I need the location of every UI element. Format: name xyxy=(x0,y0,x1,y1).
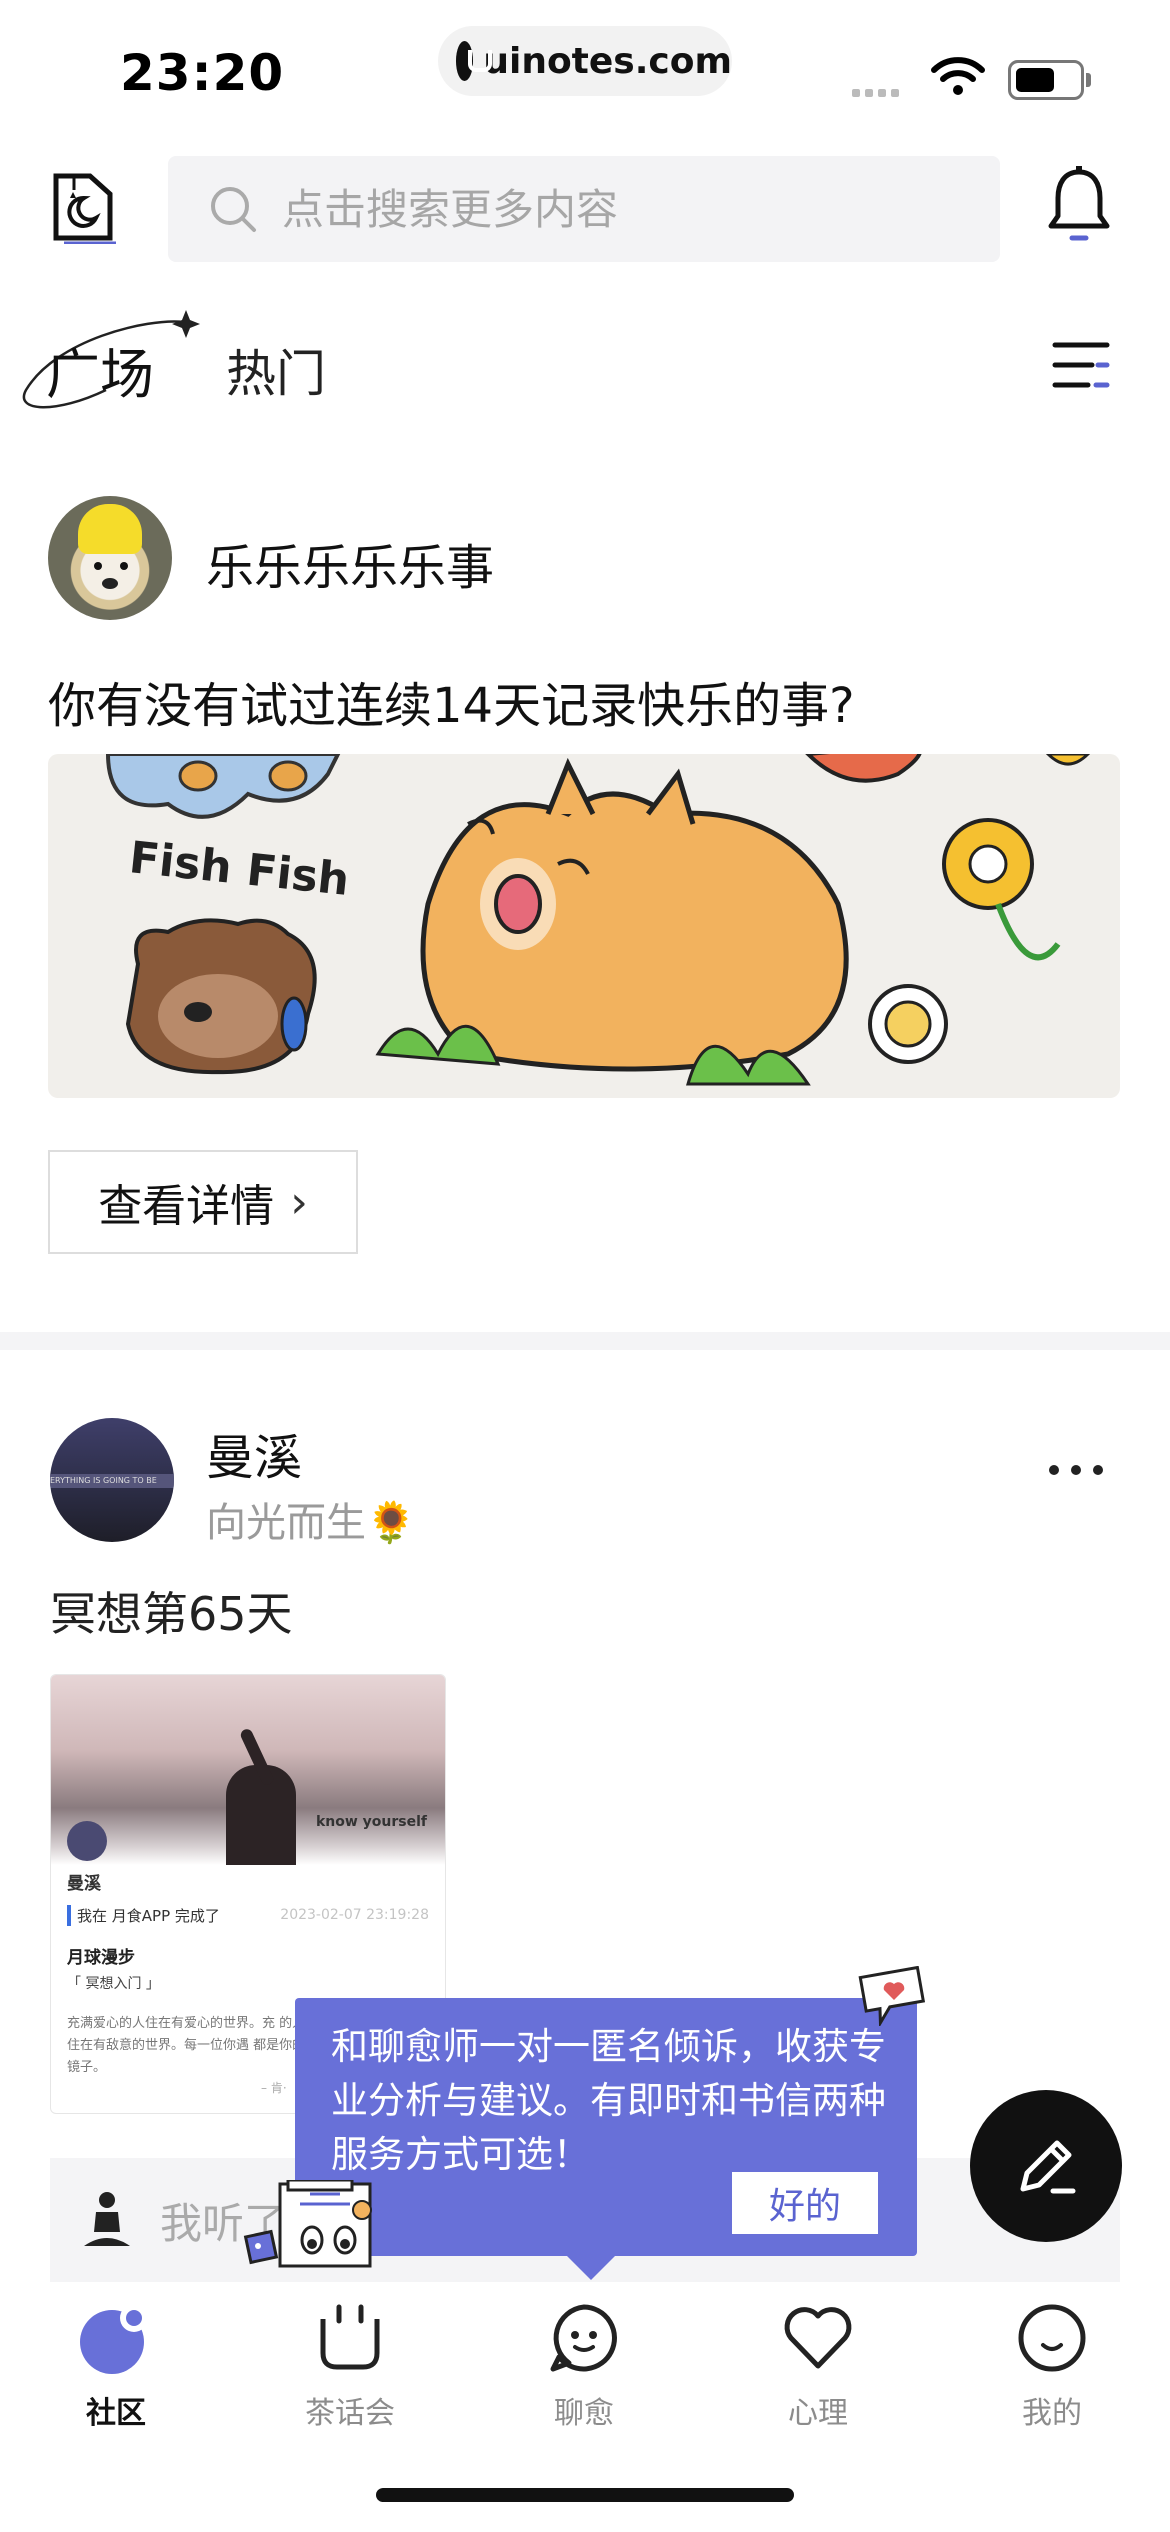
fish-fish-text: Fish Fish xyxy=(127,832,352,906)
status-time: 23:20 xyxy=(120,44,285,102)
post-username[interactable]: 曼溪 xyxy=(206,1418,302,1488)
card-tag: 「 冥想入门 」 xyxy=(67,1976,160,1992)
compose-button[interactable] xyxy=(970,2090,1122,2242)
card-photo xyxy=(51,1675,445,1865)
view-details-button[interactable]: 查看详情 › xyxy=(48,1150,358,1254)
card-name: 曼溪 xyxy=(67,1874,101,1894)
section-divider xyxy=(0,1332,1170,1350)
tab-psychology[interactable]: 心理 xyxy=(738,2298,898,2432)
card-avatar xyxy=(67,1821,107,1861)
post-text[interactable]: 冥想第65天 xyxy=(50,1578,293,1644)
card-signature: – 肯· xyxy=(261,2081,287,2095)
wifi-icon xyxy=(931,57,985,95)
chevron-right-icon: › xyxy=(290,1176,308,1228)
heart-bubble-icon xyxy=(858,1966,926,2026)
tooltip-text: 和聊愈师一对一匿名倾诉，收获专业分析与建议。有即时和书信两种服务方式可选！ xyxy=(331,2025,886,2176)
more-options-icon[interactable] xyxy=(1048,1464,1104,1476)
mascot-icon xyxy=(243,2180,372,2268)
tab-profile-label: 我的 xyxy=(1022,2396,1082,2431)
chat-face-icon xyxy=(550,2304,617,2372)
cartoon-illustration: Fish Fish xyxy=(105,754,1091,1086)
card-line: 我在 月食APP 完成了 xyxy=(67,1905,220,1926)
site-logo-icon xyxy=(456,41,493,81)
search-icon xyxy=(211,187,256,232)
community-icon xyxy=(80,2304,148,2374)
post-text[interactable]: 你有没有试过连续14天记录快乐的事? xyxy=(48,666,855,736)
tab-community[interactable]: 社区 xyxy=(36,2298,196,2432)
tab-psychology-label: 心理 xyxy=(788,2396,848,2431)
tab-hot[interactable]: 热门 xyxy=(226,334,326,406)
signal-icon xyxy=(852,82,904,101)
avatar[interactable]: ERYTHING IS GOING TO BE xyxy=(50,1418,174,1542)
app-logo-icon xyxy=(53,173,116,244)
url-pill[interactable]: uinotes.com xyxy=(438,26,732,96)
tab-guangchang-label: 广场 xyxy=(46,343,154,406)
notification-bell-icon[interactable] xyxy=(1046,166,1112,246)
tab-chat-heal-label: 聊愈 xyxy=(554,2396,614,2431)
tab-tea-party-label: 茶话会 xyxy=(305,2396,395,2431)
tab-community-label: 社区 xyxy=(86,2396,146,2431)
card-paragraph: 充满爱心的人住在有爱心的世界。充 的人住在有敌意的世界。每一位你遇 都是你的镜子… xyxy=(67,2016,306,2075)
search-box[interactable] xyxy=(168,156,1000,262)
meditation-icon xyxy=(84,2192,130,2246)
avatar[interactable] xyxy=(48,496,172,620)
pencil-icon xyxy=(1020,2140,1076,2194)
card-photo-caption: know yourself xyxy=(315,1814,427,1830)
profile-face-icon xyxy=(1018,2304,1086,2372)
tab-chat-heal[interactable]: 聊愈 xyxy=(504,2298,664,2432)
post-image[interactable]: Fish Fish xyxy=(48,754,1120,1098)
tab-profile[interactable]: 我的 xyxy=(972,2298,1132,2432)
heart-icon xyxy=(784,2307,852,2369)
card-title: 月球漫步 xyxy=(67,1948,135,1968)
tab-guangchang[interactable]: 广场 xyxy=(16,310,206,430)
menu-icon[interactable] xyxy=(1052,340,1110,390)
battery-icon xyxy=(1008,60,1091,100)
tea-cup-icon xyxy=(320,2304,380,2370)
view-details-label: 查看详情 xyxy=(98,1181,275,1232)
search-input[interactable] xyxy=(280,183,944,235)
card-date: 2023-02-07 23:19:28 xyxy=(280,1907,429,1923)
home-indicator xyxy=(376,2488,794,2502)
avatar-strip-text: ERYTHING IS GOING TO BE xyxy=(50,1474,174,1488)
tab-tea-party[interactable]: 茶话会 xyxy=(270,2298,430,2432)
url-text: uinotes.com xyxy=(483,40,732,82)
user-signature: 向光而生🌻 xyxy=(206,1500,416,1546)
ok-button[interactable]: 好的 xyxy=(732,2172,878,2234)
post-username[interactable]: 乐乐乐乐乐事 xyxy=(206,528,494,598)
